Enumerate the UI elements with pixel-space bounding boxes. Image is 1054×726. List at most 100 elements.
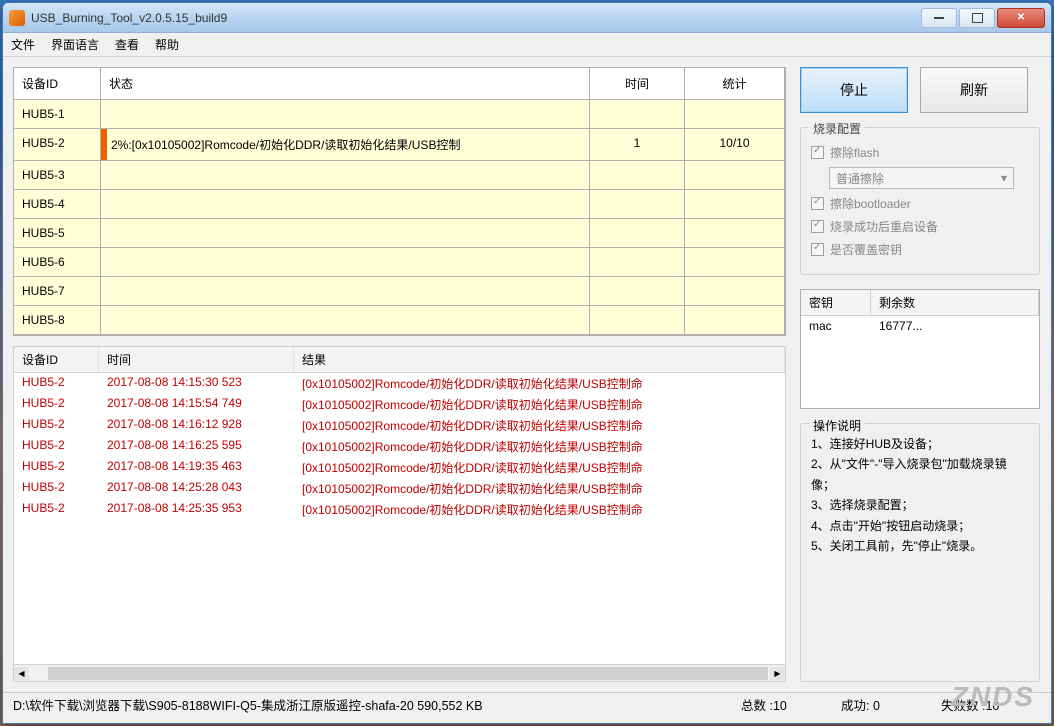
scroll-right-arrow[interactable]: ▶ bbox=[770, 667, 785, 680]
key-table-header: 密钥 剩余数 bbox=[801, 290, 1039, 316]
device-stat-cell bbox=[685, 190, 785, 219]
scroll-thumb[interactable] bbox=[48, 667, 768, 680]
log-id: HUB5-2 bbox=[14, 478, 99, 499]
chk-reboot[interactable]: 烧录成功后重启设备 bbox=[811, 218, 1029, 235]
chk-erase-bootloader[interactable]: 擦除bootloader bbox=[811, 195, 1029, 212]
device-row[interactable]: HUB5-3 bbox=[14, 161, 785, 190]
log-row[interactable]: HUB5-22017-08-08 14:25:28 043[0x10105002… bbox=[14, 478, 785, 499]
col-device-id[interactable]: 设备ID bbox=[14, 68, 101, 100]
main-window: USB_Burning_Tool_v2.0.5.15_build9 文件 界面语… bbox=[2, 2, 1052, 724]
action-buttons: 停止 刷新 bbox=[800, 67, 1040, 113]
log-col-time[interactable]: 时间 bbox=[99, 347, 294, 372]
maximize-button[interactable] bbox=[959, 8, 995, 28]
log-row[interactable]: HUB5-22017-08-08 14:15:30 523[0x10105002… bbox=[14, 373, 785, 394]
key-table: 密钥 剩余数 mac 16777... bbox=[800, 289, 1040, 409]
status-text bbox=[101, 255, 109, 269]
log-id: HUB5-2 bbox=[14, 415, 99, 436]
menu-file[interactable]: 文件 bbox=[11, 36, 35, 53]
stop-button[interactable]: 停止 bbox=[800, 67, 908, 113]
window-controls bbox=[919, 8, 1045, 28]
chk-erase-flash[interactable]: 擦除flash bbox=[811, 144, 1029, 161]
device-id-cell: HUB5-8 bbox=[14, 306, 101, 335]
col-time[interactable]: 时间 bbox=[590, 68, 685, 100]
log-result: [0x10105002]Romcode/初始化DDR/读取初始化结果/USB控制… bbox=[294, 478, 785, 499]
close-button[interactable] bbox=[997, 8, 1045, 28]
log-time: 2017-08-08 14:16:25 595 bbox=[99, 436, 294, 457]
log-time: 2017-08-08 14:25:35 953 bbox=[99, 499, 294, 520]
device-status-cell bbox=[101, 248, 590, 277]
status-text bbox=[101, 197, 109, 211]
log-row[interactable]: HUB5-22017-08-08 14:16:25 595[0x10105002… bbox=[14, 436, 785, 457]
device-status-cell bbox=[101, 277, 590, 306]
device-stat-cell bbox=[685, 248, 785, 277]
instruction-line: 3、选择烧录配置； bbox=[811, 495, 1029, 515]
log-row[interactable]: HUB5-22017-08-08 14:15:54 749[0x10105002… bbox=[14, 394, 785, 415]
key-col-name[interactable]: 密钥 bbox=[801, 290, 871, 315]
log-id: HUB5-2 bbox=[14, 373, 99, 394]
device-row[interactable]: HUB5-7 bbox=[14, 277, 785, 306]
menu-language[interactable]: 界面语言 bbox=[51, 36, 99, 53]
log-time: 2017-08-08 14:15:30 523 bbox=[99, 373, 294, 394]
erase-mode-combo[interactable]: 普通擦除 bbox=[829, 167, 1014, 189]
log-result: [0x10105002]Romcode/初始化DDR/读取初始化结果/USB控制… bbox=[294, 415, 785, 436]
chk-overwrite-key[interactable]: 是否覆盖密钥 bbox=[811, 241, 1029, 258]
log-hscrollbar[interactable]: ◀ ▶ bbox=[14, 664, 785, 681]
device-stat-cell bbox=[685, 100, 785, 129]
key-row[interactable]: mac 16777... bbox=[801, 316, 1039, 336]
log-col-id[interactable]: 设备ID bbox=[14, 347, 99, 372]
log-row[interactable]: HUB5-22017-08-08 14:16:12 928[0x10105002… bbox=[14, 415, 785, 436]
device-stat-cell: 10/10 bbox=[685, 129, 785, 161]
app-icon bbox=[9, 10, 25, 26]
device-row[interactable]: HUB5-6 bbox=[14, 248, 785, 277]
key-col-remain[interactable]: 剩余数 bbox=[871, 290, 1039, 315]
device-row[interactable]: HUB5-5 bbox=[14, 219, 785, 248]
log-body[interactable]: HUB5-22017-08-08 14:15:30 523[0x10105002… bbox=[14, 373, 785, 664]
checkbox-icon bbox=[811, 220, 824, 233]
instruction-line: 1、连接好HUB及设备； bbox=[811, 434, 1029, 454]
log-id: HUB5-2 bbox=[14, 436, 99, 457]
device-status-cell bbox=[101, 161, 590, 190]
menubar: 文件 界面语言 查看 帮助 bbox=[3, 33, 1051, 57]
instructions-group: 操作说明 1、连接好HUB及设备；2、从"文件"-"导入烧录包"加载烧录镜像；3… bbox=[800, 423, 1040, 682]
device-id-cell: HUB5-4 bbox=[14, 190, 101, 219]
status-text bbox=[101, 168, 109, 182]
log-result: [0x10105002]Romcode/初始化DDR/读取初始化结果/USB控制… bbox=[294, 457, 785, 478]
log-time: 2017-08-08 14:19:35 463 bbox=[99, 457, 294, 478]
device-time-cell bbox=[590, 190, 685, 219]
device-time-cell bbox=[590, 277, 685, 306]
status-total: 总数 :10 bbox=[741, 695, 841, 714]
scroll-left-arrow[interactable]: ◀ bbox=[14, 667, 29, 680]
refresh-button[interactable]: 刷新 bbox=[920, 67, 1028, 113]
device-row[interactable]: HUB5-8 bbox=[14, 306, 785, 335]
instruction-line: 4、点击"开始"按钮启动烧录； bbox=[811, 516, 1029, 536]
minimize-button[interactable] bbox=[921, 8, 957, 28]
menu-help[interactable]: 帮助 bbox=[155, 36, 179, 53]
device-id-cell: HUB5-6 bbox=[14, 248, 101, 277]
device-stat-cell bbox=[685, 161, 785, 190]
log-header: 设备ID 时间 结果 bbox=[14, 347, 785, 373]
device-row[interactable]: HUB5-4 bbox=[14, 190, 785, 219]
menu-view[interactable]: 查看 bbox=[115, 36, 139, 53]
col-status[interactable]: 状态 bbox=[101, 68, 590, 100]
log-col-result[interactable]: 结果 bbox=[294, 347, 785, 372]
titlebar[interactable]: USB_Burning_Tool_v2.0.5.15_build9 bbox=[3, 3, 1051, 33]
log-result: [0x10105002]Romcode/初始化DDR/读取初始化结果/USB控制… bbox=[294, 373, 785, 394]
device-id-cell: HUB5-1 bbox=[14, 100, 101, 129]
content-area: 设备ID 状态 时间 统计 HUB5-1HUB5-22%:[0x10105002… bbox=[3, 57, 1051, 692]
status-success: 成功: 0 bbox=[841, 695, 941, 714]
device-id-cell: HUB5-5 bbox=[14, 219, 101, 248]
status-text bbox=[101, 284, 109, 298]
statusbar: D:\软件下载\浏览器下载\S905-8188WIFI-Q5-集成浙江原版遥控-… bbox=[3, 692, 1051, 716]
log-row[interactable]: HUB5-22017-08-08 14:25:35 953[0x10105002… bbox=[14, 499, 785, 520]
device-time-cell bbox=[590, 100, 685, 129]
device-status-cell bbox=[101, 219, 590, 248]
device-row[interactable]: HUB5-1 bbox=[14, 100, 785, 129]
checkbox-icon bbox=[811, 243, 824, 256]
checkbox-icon bbox=[811, 197, 824, 210]
instruction-line: 2、从"文件"-"导入烧录包"加载烧录镜像； bbox=[811, 454, 1029, 495]
device-row[interactable]: HUB5-22%:[0x10105002]Romcode/初始化DDR/读取初始… bbox=[14, 129, 785, 161]
col-stat[interactable]: 统计 bbox=[685, 68, 785, 100]
device-time-cell: 1 bbox=[590, 129, 685, 161]
device-time-cell bbox=[590, 306, 685, 335]
log-row[interactable]: HUB5-22017-08-08 14:19:35 463[0x10105002… bbox=[14, 457, 785, 478]
